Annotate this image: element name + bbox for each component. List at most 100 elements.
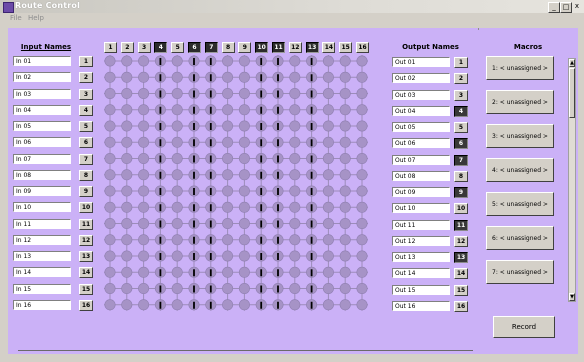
output-name-field[interactable]: Out 09 <box>392 187 450 197</box>
crosspoint-node[interactable] <box>138 299 150 311</box>
crosspoint-node[interactable] <box>222 136 234 148</box>
crosspoint-node[interactable] <box>104 185 116 197</box>
crosspoint-node[interactable] <box>356 250 368 262</box>
crosspoint-node[interactable] <box>138 55 150 67</box>
crosspoint-node[interactable] <box>289 153 301 165</box>
crosspoint-node[interactable] <box>171 136 183 148</box>
input-name-field[interactable]: In 06 <box>13 137 71 148</box>
crosspoint-node[interactable] <box>138 283 150 295</box>
crosspoint-node[interactable] <box>339 234 351 246</box>
crosspoint-node[interactable] <box>322 218 334 230</box>
crosspoint-node[interactable] <box>222 120 234 132</box>
crosspoint-node[interactable] <box>138 87 150 99</box>
crosspoint-node[interactable] <box>339 250 351 262</box>
crosspoint-node[interactable] <box>238 218 250 230</box>
crosspoint-node[interactable] <box>339 169 351 181</box>
crosspoint-node[interactable] <box>356 266 368 278</box>
crosspoint-node[interactable] <box>322 234 334 246</box>
crosspoint-node[interactable] <box>238 299 250 311</box>
crosspoint-node[interactable] <box>121 55 133 67</box>
output-name-field[interactable]: Out 14 <box>392 268 450 279</box>
crosspoint-node[interactable] <box>171 104 183 116</box>
crosspoint-node[interactable] <box>171 250 183 262</box>
crosspoint-node[interactable] <box>356 299 368 311</box>
crosspoint-node[interactable] <box>339 104 351 116</box>
crosspoint-node[interactable] <box>104 283 116 295</box>
crosspoint-node[interactable] <box>238 71 250 83</box>
input-number-button[interactable]: 3 <box>79 88 93 100</box>
crosspoint-node[interactable] <box>222 283 234 295</box>
crosspoint-node[interactable] <box>289 218 301 230</box>
output-name-field[interactable]: Out 07 <box>392 154 450 165</box>
crosspoint-node[interactable] <box>356 201 368 213</box>
input-number-button[interactable]: 2 <box>79 72 93 84</box>
crosspoint-node[interactable] <box>104 153 116 165</box>
crosspoint-node[interactable] <box>171 185 183 197</box>
crosspoint-node[interactable] <box>104 136 116 148</box>
crosspoint-node[interactable] <box>222 153 234 165</box>
crosspoint-node[interactable] <box>356 87 368 99</box>
crosspoint-node[interactable] <box>238 266 250 278</box>
crosspoint-node[interactable] <box>121 283 133 295</box>
crosspoint-node[interactable] <box>121 250 133 262</box>
crosspoint-node[interactable] <box>171 299 183 311</box>
crosspoint-node[interactable] <box>222 87 234 99</box>
crosspoint-node[interactable] <box>104 234 116 246</box>
crosspoint-node[interactable] <box>104 201 116 213</box>
input-number-button[interactable]: 7 <box>79 153 93 165</box>
crosspoint-node[interactable] <box>289 87 301 99</box>
crosspoint-node[interactable] <box>138 234 150 246</box>
crosspoint-node[interactable] <box>104 218 116 230</box>
crosspoint-node[interactable] <box>356 104 368 116</box>
crosspoint-node[interactable] <box>222 185 234 197</box>
input-name-field[interactable]: In 08 <box>13 169 71 180</box>
output-number-button[interactable]: 13 <box>454 252 468 263</box>
crosspoint-node[interactable] <box>238 185 250 197</box>
crosspoint-node[interactable] <box>222 169 234 181</box>
crosspoint-node[interactable] <box>222 218 234 230</box>
crosspoint-node[interactable] <box>138 250 150 262</box>
crosspoint-node[interactable] <box>138 169 150 181</box>
crosspoint-node[interactable] <box>238 87 250 99</box>
macro-button[interactable]: 6: < unassigned > <box>486 226 554 250</box>
crosspoint-node[interactable] <box>238 234 250 246</box>
crosspoint-node[interactable] <box>322 201 334 213</box>
output-number-button[interactable]: 10 <box>454 203 468 215</box>
crosspoint-node[interactable] <box>356 120 368 132</box>
crosspoint-node[interactable] <box>238 153 250 165</box>
crosspoint-node[interactable] <box>222 299 234 311</box>
macros-scrollbar[interactable]: ▲ ▼ <box>568 58 576 302</box>
input-name-field[interactable]: In 02 <box>13 72 71 83</box>
crosspoint-node[interactable] <box>171 55 183 67</box>
crosspoint-node[interactable] <box>339 185 351 197</box>
crosspoint-node[interactable] <box>222 55 234 67</box>
crosspoint-node[interactable] <box>222 250 234 262</box>
crosspoint-node[interactable] <box>356 136 368 148</box>
input-name-field[interactable]: In 13 <box>13 251 71 261</box>
crosspoint-node[interactable] <box>356 283 368 295</box>
crosspoint-node[interactable] <box>356 234 368 246</box>
crosspoint-node[interactable] <box>121 120 133 132</box>
input-number-button[interactable]: 5 <box>79 121 93 132</box>
input-number-button[interactable]: 16 <box>79 299 93 311</box>
input-number-button[interactable]: 6 <box>79 137 93 149</box>
output-number-button[interactable]: 3 <box>454 89 468 101</box>
crosspoint-node[interactable] <box>322 71 334 83</box>
output-number-button[interactable]: 2 <box>454 73 468 85</box>
crosspoint-node[interactable] <box>322 87 334 99</box>
output-name-field[interactable]: Out 16 <box>392 300 450 311</box>
crosspoint-node[interactable] <box>121 218 133 230</box>
crosspoint-node[interactable] <box>289 104 301 116</box>
crosspoint-node[interactable] <box>222 234 234 246</box>
output-name-field[interactable]: Out 06 <box>392 138 450 149</box>
output-name-field[interactable]: Out 13 <box>392 252 450 262</box>
macro-button[interactable]: 7: < unassigned > <box>486 260 554 284</box>
output-number-button[interactable]: 15 <box>454 284 468 296</box>
crosspoint-node[interactable] <box>339 55 351 67</box>
output-number-button[interactable]: 11 <box>454 219 468 231</box>
crosspoint-node[interactable] <box>222 71 234 83</box>
crosspoint-node[interactable] <box>171 87 183 99</box>
crosspoint-node[interactable] <box>171 71 183 83</box>
crosspoint-node[interactable] <box>121 234 133 246</box>
crosspoint-node[interactable] <box>121 299 133 311</box>
